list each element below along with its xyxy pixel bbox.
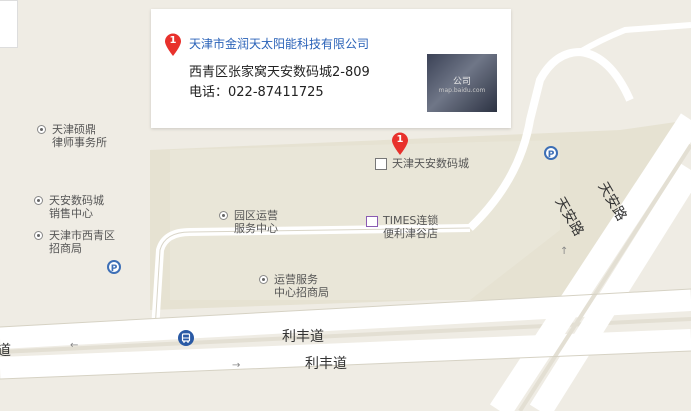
poi-label: 天津天安数码城 xyxy=(392,157,469,170)
map-canvas[interactable]: 天津硕鼎 律师事务所 天安数码城 销售中心 天津市西青区 招商局 园区运营 服务… xyxy=(0,0,691,411)
road-direction-arrow: → xyxy=(232,360,241,371)
road-label-lifeng-upper: 利丰道 xyxy=(282,329,324,345)
company-phone: 电话：022-87411725 xyxy=(189,85,324,100)
poi-dot-icon xyxy=(34,196,43,205)
poi-sales-center[interactable]: 天安数码城 销售中心 xyxy=(34,194,104,220)
company-address: 西青区张家窝天安数码城2-809 xyxy=(189,65,370,80)
road-label-lifeng-left: 道 xyxy=(0,343,11,359)
poi-tianan-cyberpark[interactable]: 天津天安数码城 xyxy=(375,157,469,170)
company-thumbnail[interactable]: 公司 map.baidu.com xyxy=(427,54,497,112)
poi-label: 天津市西青区 招商局 xyxy=(49,229,115,255)
company-name-link[interactable]: 天津市金润天太阳能科技有限公司 xyxy=(189,35,369,52)
info-window[interactable]: 1 天津市金润天太阳能科技有限公司 西青区张家窝天安数码城2-809 电话：02… xyxy=(151,9,511,128)
info-marker: 1 xyxy=(164,33,182,57)
marker-number: 1 xyxy=(396,134,404,145)
poi-park-service-center[interactable]: 园区运营 服务中心 xyxy=(219,209,278,235)
parking-icon[interactable]: P xyxy=(107,260,121,274)
poi-dot-icon xyxy=(34,231,43,240)
poi-label: 天津硕鼎 律师事务所 xyxy=(52,123,107,149)
map-control-panel[interactable] xyxy=(0,0,18,48)
poi-label: 天安数码城 销售中心 xyxy=(49,194,104,220)
poi-dot-icon xyxy=(37,125,46,134)
thumbnail-caption: map.baidu.com xyxy=(438,87,486,94)
building-icon xyxy=(375,158,387,170)
poi-times-store[interactable]: TIMES连锁 便利津谷店 xyxy=(366,214,438,240)
poi-dot-icon xyxy=(219,211,228,220)
bus-stop-icon[interactable] xyxy=(178,330,194,346)
poi-label: 园区运营 服务中心 xyxy=(234,209,278,235)
marker-number: 1 xyxy=(169,35,177,46)
bus-icon xyxy=(181,333,191,343)
poi-law-firm[interactable]: 天津硕鼎 律师事务所 xyxy=(37,123,107,149)
shop-icon xyxy=(366,216,378,227)
thumbnail-label: 公司 xyxy=(452,77,471,87)
poi-dot-icon xyxy=(259,275,268,284)
parking-icon[interactable]: P xyxy=(544,146,558,160)
road-direction-arrow: ↑ xyxy=(560,246,569,257)
poi-label: 运营服务 中心招商局 xyxy=(274,273,329,299)
road-label-lifeng-lower: 利丰道 xyxy=(305,356,347,372)
poi-label: TIMES连锁 便利津谷店 xyxy=(383,214,439,240)
poi-investment-bureau[interactable]: 天津市西青区 招商局 xyxy=(34,229,115,255)
road-direction-arrow: ← xyxy=(70,340,79,351)
location-marker[interactable]: 1 xyxy=(391,132,409,156)
poi-operation-service-center[interactable]: 运营服务 中心招商局 xyxy=(259,273,329,299)
